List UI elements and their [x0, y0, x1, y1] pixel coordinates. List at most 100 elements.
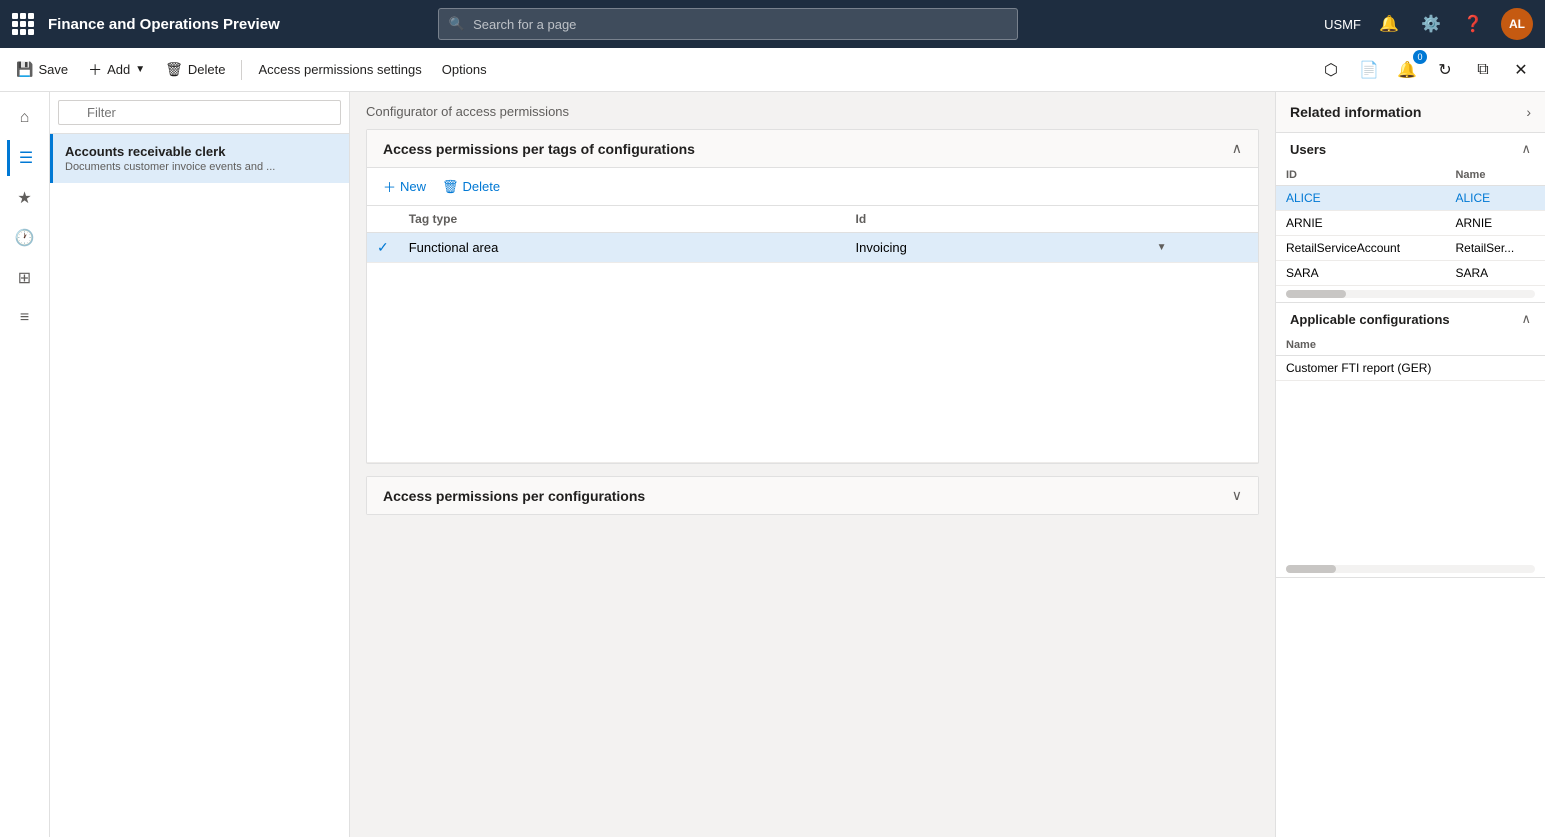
user-row[interactable]: SARA SARA — [1276, 261, 1545, 286]
save-button[interactable]: 💾 Save — [8, 54, 76, 86]
right-panel-title: Related information — [1290, 104, 1421, 120]
users-id-header: ID — [1276, 165, 1445, 186]
id-column-header: Id — [845, 206, 1176, 233]
delete-label: Delete — [188, 62, 226, 77]
user-id-alice: ALICE — [1276, 186, 1445, 211]
configs-scrollbar-thumb — [1286, 565, 1336, 573]
app-grid-icon[interactable] — [12, 13, 34, 35]
main-content: Configurator of access permissions Acces… — [350, 92, 1275, 837]
right-panel-expand-icon[interactable]: › — [1526, 104, 1531, 120]
row-check: ✓ — [367, 233, 399, 263]
open-new-tab-button[interactable]: ⧉ — [1467, 54, 1499, 86]
filter-wrap: 🔍 — [58, 100, 341, 125]
user-name-alice: ALICE — [1445, 186, 1545, 211]
list-pane: 🔍 Accounts receivable clerk Documents cu… — [50, 92, 350, 837]
users-title: Users — [1290, 142, 1326, 157]
configs-subsection: Applicable configurations ∧ Name Custome… — [1276, 303, 1545, 578]
search-placeholder: Search for a page — [473, 17, 576, 32]
table-header-row: Tag type Id — [367, 206, 1258, 233]
section-tags-collapse-icon: ∧ — [1232, 140, 1242, 157]
tag-type-column-header: Tag type — [399, 206, 846, 233]
user-row[interactable]: RetailServiceAccount RetailSer... — [1276, 236, 1545, 261]
nav-list-icon[interactable]: ≡ — [7, 300, 43, 336]
section-configs: Access permissions per configurations ∨ — [366, 476, 1259, 515]
save-label: Save — [38, 62, 68, 77]
help-question-button[interactable]: ❓ — [1459, 10, 1487, 38]
nav-workspace-icon[interactable]: ⊞ — [7, 260, 43, 296]
new-icon: ＋ — [383, 177, 396, 196]
nav-history-icon[interactable]: 🕐 — [7, 220, 43, 256]
add-icon: ＋ — [88, 60, 102, 80]
id-value: Invoicing — [855, 240, 906, 255]
nav-star-icon[interactable]: ★ — [7, 180, 43, 216]
user-id-arnie: ARNIE — [1276, 211, 1445, 236]
users-scrollbar-thumb — [1286, 290, 1346, 298]
breadcrumb: Configurator of access permissions — [366, 104, 1259, 119]
user-row[interactable]: ALICE ALICE — [1276, 186, 1545, 211]
section-configs-title: Access permissions per configurations — [383, 488, 645, 504]
checkmark-icon: ✓ — [377, 239, 389, 255]
dropdown-chevron-icon: ▼ — [1157, 242, 1167, 253]
save-icon: 💾 — [16, 61, 33, 78]
check-column-header — [367, 206, 399, 233]
separator — [241, 60, 242, 80]
users-subsection-header[interactable]: Users ∧ — [1276, 133, 1545, 165]
configs-name-header: Name — [1276, 335, 1545, 356]
tags-table: Tag type Id ✓ Functional area Invoicing … — [367, 206, 1258, 463]
right-panel: Related information › Users ∧ ID Name AL… — [1275, 92, 1545, 837]
table-empty-space — [367, 263, 1258, 463]
list-item[interactable]: Accounts receivable clerk Documents cust… — [50, 134, 349, 183]
notification-badge: 0 — [1413, 50, 1427, 64]
add-chevron-icon: ▼ — [135, 64, 145, 75]
config-row[interactable]: Customer FTI report (GER) — [1276, 356, 1545, 381]
personalize-button[interactable]: ⬡ — [1315, 54, 1347, 86]
users-header-row: ID Name — [1276, 165, 1545, 186]
user-name-arnie: ARNIE — [1445, 211, 1545, 236]
row-id: Invoicing ▼ — [845, 233, 1176, 263]
search-icon: 🔍 — [449, 16, 465, 32]
top-nav: Finance and Operations Preview 🔍 Search … — [0, 0, 1545, 48]
search-bar[interactable]: 🔍 Search for a page — [438, 8, 1018, 40]
configs-empty-space — [1276, 381, 1545, 561]
configs-table: Name Customer FTI report (GER) — [1276, 335, 1545, 381]
delete-button[interactable]: 🗑 Delete — [157, 54, 233, 86]
notification-bell-button[interactable]: 🔔 — [1375, 10, 1403, 38]
section-new-button[interactable]: ＋ New — [377, 174, 432, 199]
section-configs-expand-icon: ∨ — [1232, 487, 1242, 504]
toolbar: 💾 Save ＋ Add ▼ 🗑 Delete Access permissio… — [0, 48, 1545, 92]
section-configs-header[interactable]: Access permissions per configurations ∨ — [367, 477, 1258, 514]
table-row[interactable]: ✓ Functional area Invoicing ▼ — [367, 233, 1258, 263]
access-permissions-button[interactable]: Access permissions settings — [250, 54, 429, 86]
configs-scrollbar[interactable] — [1286, 565, 1535, 573]
add-button[interactable]: ＋ Add ▼ — [80, 54, 153, 86]
configs-subsection-header[interactable]: Applicable configurations ∧ — [1276, 303, 1545, 335]
toolbar-right: ⬡ 📄 🔔 0 ↻ ⧉ ✕ — [1315, 54, 1537, 86]
section-tags-header[interactable]: Access permissions per tags of configura… — [367, 130, 1258, 168]
nav-home-icon[interactable]: ⌂ — [7, 100, 43, 136]
close-button[interactable]: ✕ — [1505, 54, 1537, 86]
refresh-button[interactable]: ↻ — [1429, 54, 1461, 86]
delete-icon: 🗑 — [165, 61, 183, 78]
users-name-header: Name — [1445, 165, 1545, 186]
access-permissions-label: Access permissions settings — [258, 62, 421, 77]
user-name-sara: SARA — [1445, 261, 1545, 286]
nav-filter-icon[interactable]: ☰ — [7, 140, 43, 176]
user-avatar-button[interactable]: AL — [1501, 8, 1533, 40]
settings-gear-button[interactable]: ⚙️ — [1417, 10, 1445, 38]
word-button[interactable]: 📄 — [1353, 54, 1385, 86]
users-subsection: Users ∧ ID Name ALICE ALICE ARNIE — [1276, 133, 1545, 303]
options-button[interactable]: Options — [434, 54, 495, 86]
row-tag-type: Functional area — [399, 233, 846, 263]
users-scrollbar[interactable] — [1286, 290, 1535, 298]
id-dropdown[interactable]: Invoicing ▼ — [855, 240, 1166, 255]
right-panel-header: Related information › — [1276, 92, 1545, 133]
badge-wrap: 🔔 0 — [1391, 54, 1423, 86]
user-name-retail: RetailSer... — [1445, 236, 1545, 261]
users-collapse-icon: ∧ — [1521, 141, 1531, 157]
add-label: Add — [107, 62, 130, 77]
filter-area: 🔍 — [50, 92, 349, 134]
user-row[interactable]: ARNIE ARNIE — [1276, 211, 1545, 236]
new-label: New — [400, 179, 426, 194]
filter-input[interactable] — [58, 100, 341, 125]
section-delete-button[interactable]: 🗑 Delete — [436, 176, 506, 198]
